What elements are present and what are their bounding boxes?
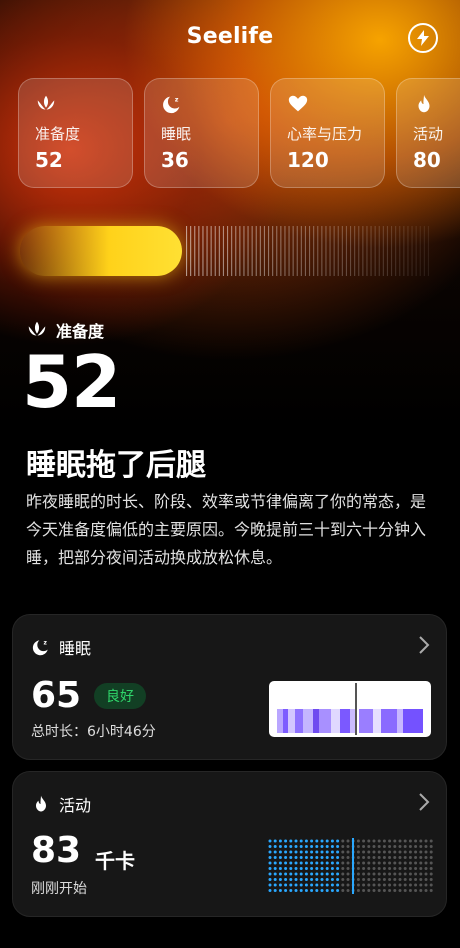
readiness-progress-bar — [0, 222, 460, 280]
metric-value: 120 — [287, 148, 329, 172]
metric-label: 活动 — [413, 125, 444, 143]
activity-card-title: 活动 — [59, 796, 92, 815]
sleep-card-title: 睡眠 — [59, 639, 92, 658]
activity-calories-value: 83 — [31, 830, 82, 871]
sleep-quality-badge: 良好 — [94, 683, 146, 709]
progress-tick-marks — [186, 226, 429, 276]
metric-label: 心率与压力 — [287, 125, 363, 143]
metric-cards-row[interactable]: 准备度 52 z 睡眠 36 心率与压力 120 活动 80 — [18, 78, 460, 188]
readiness-section-label: 准备度 — [56, 322, 105, 341]
metric-value: 80 — [413, 148, 441, 172]
chevron-right-icon[interactable] — [418, 635, 430, 655]
metric-value: 52 — [35, 148, 63, 172]
sleep-score: 65 — [31, 675, 82, 716]
app-title: Seelife — [186, 24, 274, 49]
readiness-headline: 睡眠拖了后腿 — [26, 448, 206, 483]
flame-icon — [418, 94, 430, 113]
top-bar: Seelife — [0, 20, 460, 60]
lightning-bolt-icon — [417, 30, 429, 46]
sleep-total-duration: 总时长：6小时46分 — [31, 724, 156, 740]
lotus-icon — [37, 95, 55, 110]
svg-text:z: z — [175, 95, 179, 103]
readiness-section-header: 准备度 — [26, 318, 104, 342]
activity-status: 刚刚开始 — [31, 881, 87, 897]
lotus-icon — [28, 321, 46, 336]
activity-dot-grid — [268, 838, 433, 894]
sleep-stage-chart — [269, 681, 431, 737]
readiness-score: 52 — [22, 340, 121, 424]
moon-icon: z — [163, 95, 180, 114]
activity-card[interactable]: 活动 83 千卡 刚刚开始 — [12, 771, 447, 917]
readiness-description: 昨夜睡眠的时长、阶段、效率或节律偏离了你的常态，是今天准备度偏低的主要原因。今晚… — [26, 492, 427, 567]
heart-icon — [288, 95, 308, 112]
bolt-button[interactable] — [408, 23, 438, 53]
activity-card-header: 活动 — [31, 792, 91, 816]
activity-calories-unit: 千卡 — [95, 849, 135, 873]
metric-value: 36 — [161, 148, 189, 172]
svg-text:z: z — [44, 641, 48, 647]
sleep-card[interactable]: z 睡眠 65 良好 总时长：6小时46分 — [12, 614, 447, 760]
readiness-progress-fill — [20, 226, 182, 276]
metric-card-heart[interactable]: 心率与压力 120 — [270, 78, 385, 188]
metric-card-sleep[interactable]: z 睡眠 36 — [144, 78, 259, 188]
sleep-card-header: z 睡眠 — [31, 635, 91, 659]
chevron-right-icon[interactable] — [418, 792, 430, 812]
flame-icon — [36, 795, 46, 812]
metric-card-activity[interactable]: 活动 80 — [396, 78, 460, 188]
metric-label: 睡眠 — [161, 125, 192, 143]
moon-icon: z — [32, 640, 48, 656]
metric-card-readiness[interactable]: 准备度 52 — [18, 78, 133, 188]
metric-label: 准备度 — [35, 125, 81, 143]
